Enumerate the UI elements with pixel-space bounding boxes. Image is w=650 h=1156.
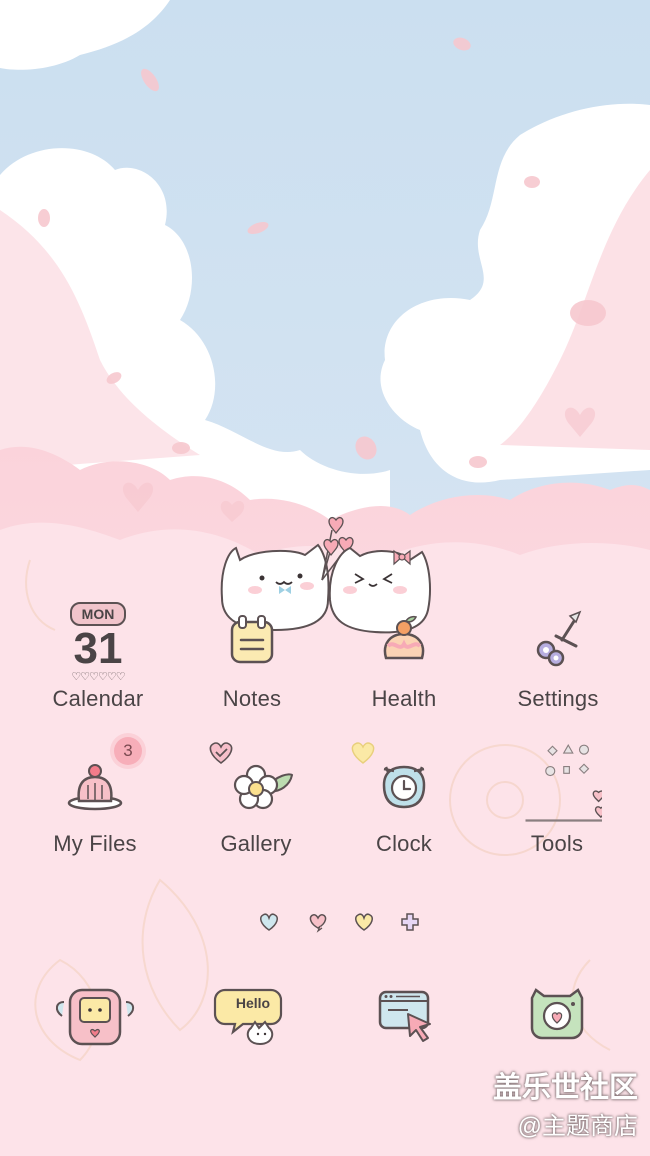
speech-bubble-icon (213, 988, 283, 1046)
watermark-community: 盖乐世社区 (492, 1072, 638, 1104)
page-indicator[interactable] (0, 910, 650, 936)
app-settings[interactable]: Settings (488, 600, 628, 730)
browser-icon[interactable] (360, 970, 450, 1060)
app-gallery[interactable]: Gallery (186, 742, 326, 875)
heart-check-icon (209, 742, 233, 764)
app-label: Health (371, 686, 437, 711)
app-label: Settings (517, 686, 599, 711)
app-health[interactable]: Health (334, 600, 474, 730)
plus-indicator-icon (401, 913, 419, 931)
notes-icon (230, 615, 274, 664)
app-calendar[interactable]: MON 31 ♡♡♡♡♡♡ Calendar (28, 600, 168, 730)
app-label: Clock (375, 831, 432, 856)
watermark-theme-store: @主题商店 (517, 1113, 638, 1140)
app-label: Notes (222, 686, 282, 711)
scissors-settings-icon (536, 610, 582, 667)
app-tools-folder[interactable]: Tools (487, 743, 627, 875)
yellow-heart-icon (351, 742, 375, 764)
hello-text: Hello (235, 995, 271, 1011)
app-label: Tools (530, 831, 584, 856)
app-notes[interactable]: Notes (182, 600, 322, 730)
yellow-heart-indicator-icon (355, 913, 373, 931)
calendar-icon: MON 31 ♡♡♡♡♡♡ (53, 600, 143, 683)
calendar-day: MON (70, 602, 126, 626)
app-my-files[interactable]: 3 My Files (25, 737, 165, 875)
health-icon (383, 615, 425, 660)
chat-heart-indicator-icon (309, 914, 327, 933)
app-clock[interactable]: Clock (334, 742, 474, 875)
notification-badge: 3 (114, 737, 142, 765)
phone-icon[interactable] (50, 970, 140, 1060)
app-label: My Files (53, 831, 137, 856)
hello-messages-icon[interactable]: Hello (205, 970, 295, 1060)
app-label: Calendar (52, 686, 144, 711)
cat-camera-icon[interactable] (512, 970, 602, 1060)
hearts-row-icon: ♡♡♡♡♡♡ (71, 671, 125, 683)
calendar-date: 31 (73, 624, 123, 673)
heart-indicator-icon (260, 913, 278, 931)
app-label: Gallery (220, 831, 292, 856)
tools-folder-icon (525, 743, 602, 822)
